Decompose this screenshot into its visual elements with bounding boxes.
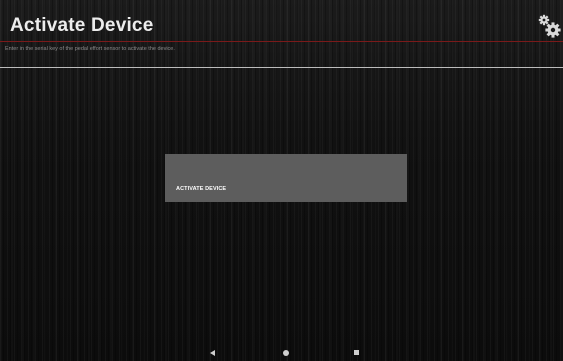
header-divider <box>0 41 563 42</box>
section-divider <box>0 67 563 68</box>
home-icon[interactable] <box>283 350 289 356</box>
activate-device-button[interactable]: ACTIVATE DEVICE <box>165 154 407 202</box>
settings-button[interactable] <box>537 14 563 40</box>
app-bar: Activate Device <box>0 0 563 41</box>
recents-icon[interactable] <box>354 350 359 355</box>
activate-device-label: ACTIVATE DEVICE <box>176 186 227 192</box>
page-title: Activate Device <box>10 15 154 36</box>
instructions-text: Enter in the serial key of the pedal eff… <box>5 46 175 52</box>
back-icon[interactable] <box>210 350 215 356</box>
activate-device-screen: Activate Device Enter in the serial key … <box>0 0 563 361</box>
system-nav-bar <box>0 340 563 361</box>
gear-icon <box>538 14 561 38</box>
